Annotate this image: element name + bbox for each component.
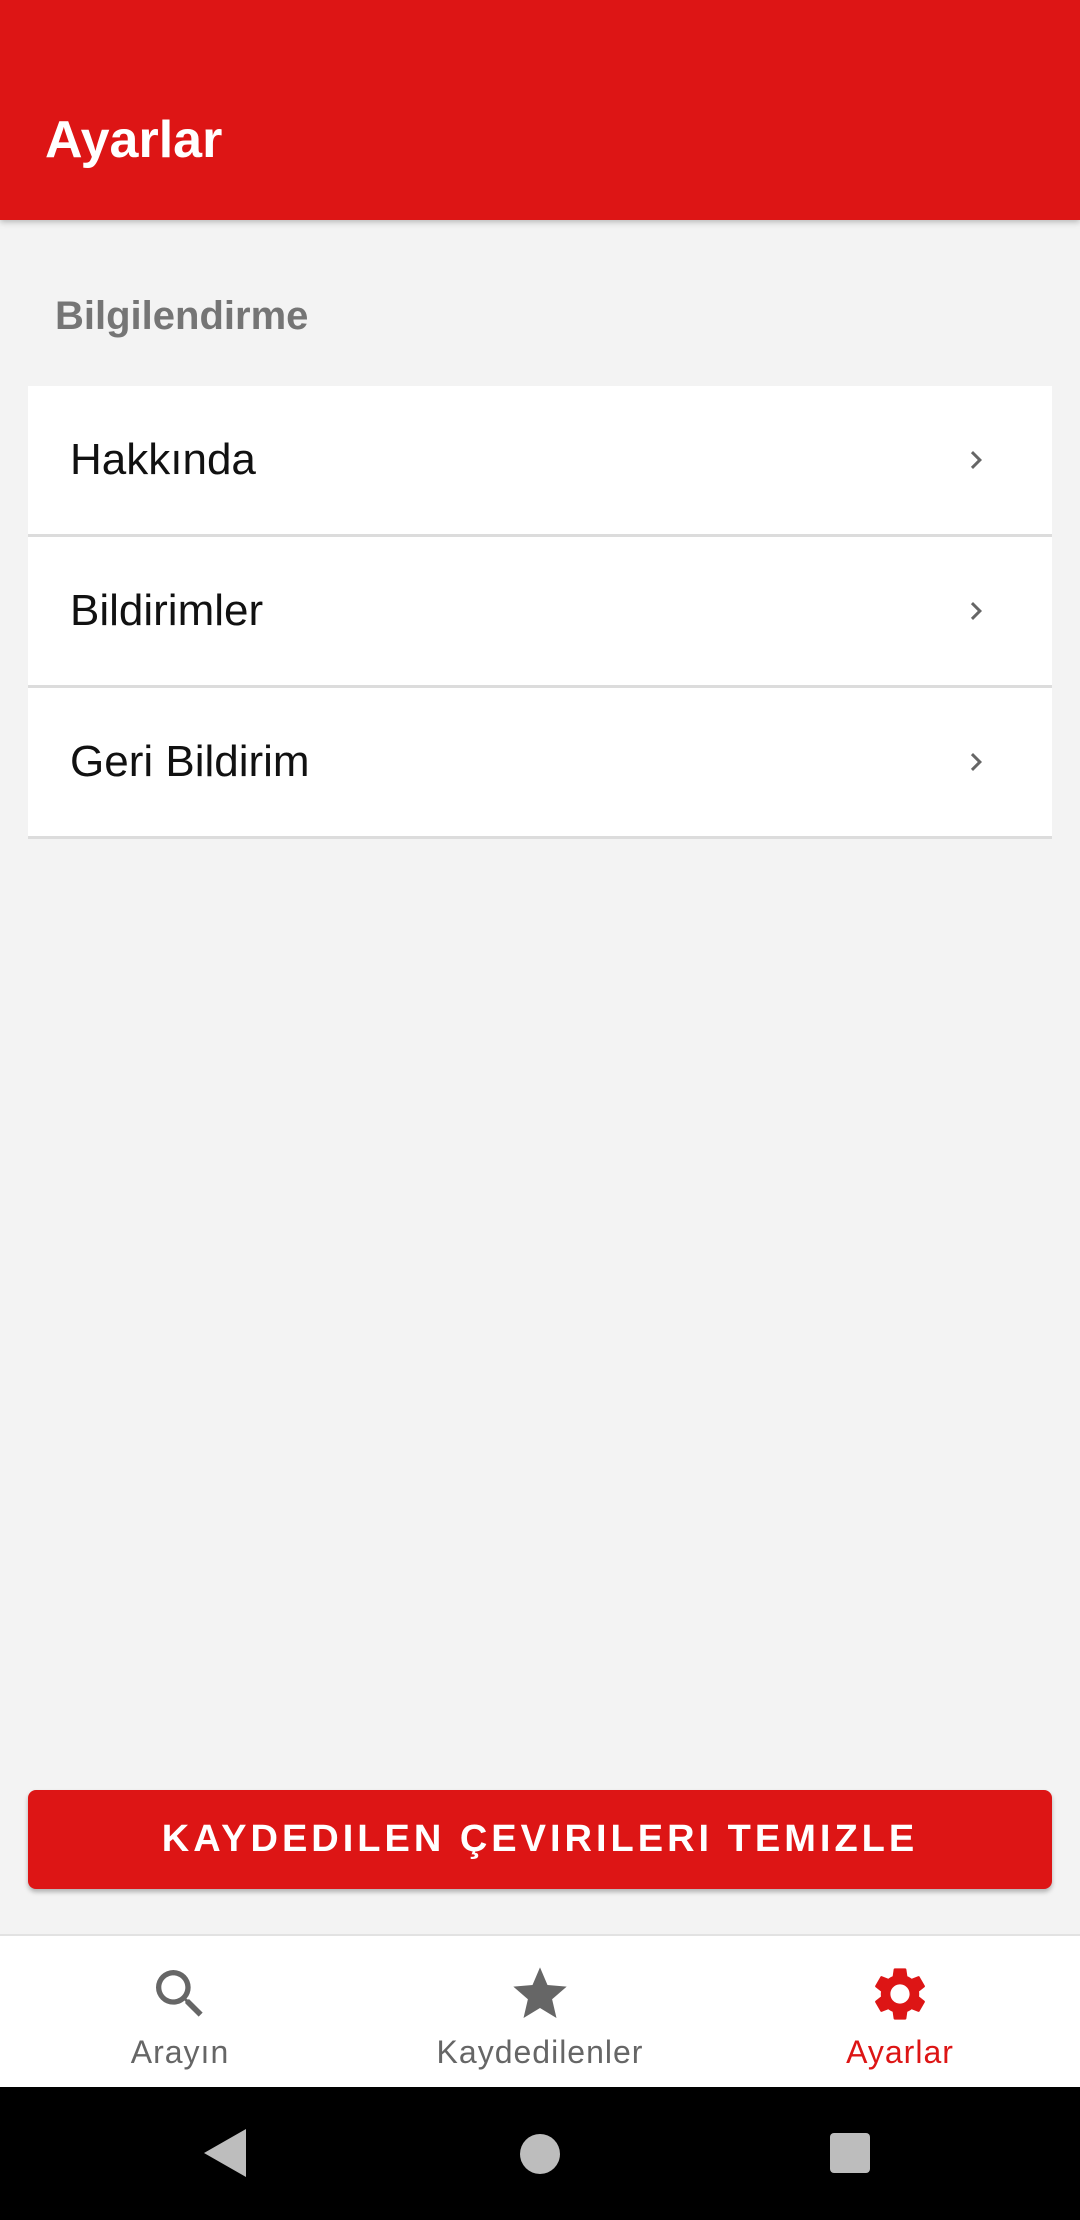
app-bar: Ayarlar — [0, 0, 1080, 220]
chevron-right-icon — [970, 451, 982, 469]
nav-item-saved[interactable]: Kaydedilenler — [360, 1936, 720, 2087]
settings-list: Hakkında Bildirimler Geri Bildirim — [28, 386, 1052, 839]
home-icon[interactable] — [518, 2132, 562, 2176]
settings-item-label: Bildirimler — [70, 586, 264, 635]
system-navigation-bar — [0, 2087, 1080, 2220]
nav-label-search: Arayın — [130, 2034, 230, 2070]
nav-label-saved: Kaydedilenler — [436, 2034, 644, 2070]
settings-item-label: Geri Bildirim — [70, 737, 310, 786]
chevron-right-icon — [970, 753, 982, 771]
page-title: Ayarlar — [45, 111, 223, 169]
chevron-right-icon — [970, 602, 982, 620]
section-header: Bilgilendirme — [55, 294, 309, 338]
nav-label-settings: Ayarlar — [846, 2034, 954, 2070]
settings-item-label: Hakkında — [70, 435, 256, 484]
settings-item-notifications[interactable]: Bildirimler — [28, 537, 1052, 688]
bottom-navigation: Arayın Kaydedilenler Ayarlar — [0, 1934, 1080, 2087]
search-icon — [156, 1970, 203, 2017]
star-icon — [513, 1967, 567, 2018]
nav-item-search[interactable]: Arayın — [0, 1936, 360, 2087]
recents-icon[interactable] — [829, 2132, 871, 2174]
clear-saved-translations-button[interactable]: KAYDEDILEN ÇEVIRILERI TEMIZLE — [28, 1790, 1052, 1889]
nav-item-settings[interactable]: Ayarlar — [720, 1936, 1080, 2087]
settings-item-about[interactable]: Hakkında — [28, 386, 1052, 537]
back-icon[interactable] — [202, 2127, 248, 2179]
gear-icon — [875, 1968, 925, 2020]
settings-item-feedback[interactable]: Geri Bildirim — [28, 688, 1052, 839]
